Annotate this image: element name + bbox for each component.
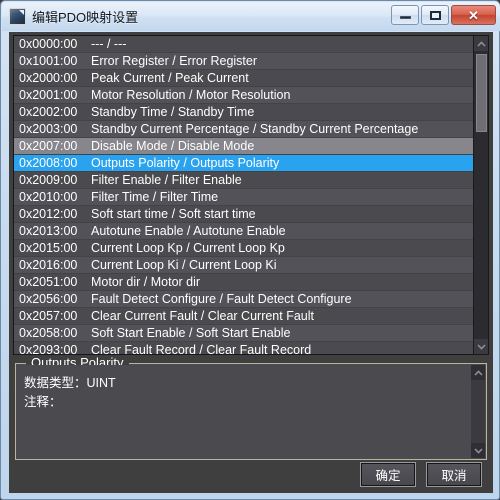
details-groupbox-inner: 数据类型：UINT 注释： [17,365,485,458]
table-row[interactable]: 0x2058:00 Soft Start Enable / Soft Start … [14,325,473,342]
window-title: 编辑PDO映射设置 [32,10,139,25]
details-groupbox: Outputs Polarity 数据类型：UINT 注释： [15,355,487,460]
row-index: 0x2012:00 [19,206,78,221]
row-label: Current Loop Kp / Current Loop Kp [91,240,285,255]
dialog-client-area: 0x0000:00 --- / --- 0x1001:00 Error Registe… [9,32,493,493]
table-row[interactable]: 0x2013:00 Autotune Enable / Autotune Enab… [14,223,473,240]
table-row[interactable]: 0x1001:00 Error Register / Error Register [14,53,473,70]
scroll-thumb[interactable] [476,54,487,132]
row-index: 0x2008:00 [19,155,78,170]
table-row[interactable]: 0x2000:00 Peak Current / Peak Current [14,70,473,87]
row-label: Clear Current Fault / Clear Current Faul… [91,308,314,323]
row-index: 0x2001:00 [19,87,78,102]
row-label: Current Loop Ki / Current Loop Ki [91,257,277,272]
row-label: Disable Mode / Disable Mode [91,138,255,153]
dialog-footer: 确定 取消 [9,462,493,489]
row-index: 0x2010:00 [19,189,78,204]
maximize-icon [429,10,441,20]
row-label: Standby Current Percentage / Standby Cur… [91,121,419,136]
row-label: Clear Fault Record / Clear Fault Record [91,342,312,355]
row-label: Autotune Enable / Autotune Enable [91,223,286,238]
row-label: Error Register / Error Register [91,53,258,68]
table-row[interactable]: 0x2016:00 Current Loop Ki / Current Loop … [14,257,473,274]
row-index: 0x2016:00 [19,257,78,272]
table-row[interactable]: 0x2051:00 Motor dir / Motor dir [14,274,473,291]
row-label: Motor Resolution / Motor Resolution [91,87,291,102]
object-list-body[interactable]: 0x0000:00 --- / --- 0x1001:00 Error Registe… [14,36,473,354]
table-row[interactable]: 0x2015:00 Current Loop Kp / Current Loop … [14,240,473,257]
row-label: Soft start time / Soft start time [91,206,256,221]
row-label: Motor dir / Motor dir [91,274,201,289]
table-row[interactable]: 0x2057:00 Clear Current Fault / Clear Cur… [14,308,473,325]
maximize-button[interactable] [421,5,449,25]
chevron-down-icon [473,447,483,454]
table-row[interactable]: 0x2093:00 Clear Fault Record / Clear Faul… [14,342,473,354]
table-row[interactable]: 0x2056:00 Fault Detect Configure / Fault … [14,291,473,308]
chevron-up-icon [477,40,486,47]
table-row[interactable]: 0x2007:00 Disable Mode / Disable Mode [14,138,473,155]
table-row[interactable]: 0x2010:00 Filter Time / Filter Time [14,189,473,206]
minimize-button[interactable] [391,5,419,25]
row-label: Outputs Polarity / Outputs Polarity [91,155,280,170]
chevron-up-icon [473,369,483,376]
details-scroll-up-button[interactable] [471,365,485,380]
row-label: Peak Current / Peak Current [91,70,249,85]
row-label: Fault Detect Configure / Fault Detect Co… [91,291,352,306]
row-index: 0x2000:00 [19,70,78,85]
details-comment: 注释： [24,395,62,409]
dialog-window: 编辑PDO映射设置 ✕ 0x0000:00 --- / --- 0x1001:00 E… [0,0,500,500]
row-index: 0x2056:00 [19,291,78,306]
title-bar[interactable]: 编辑PDO映射设置 ✕ [2,2,500,31]
close-icon: ✕ [468,7,479,23]
ok-button[interactable]: 确定 [360,462,416,487]
row-label: Filter Enable / Filter Enable [91,172,242,187]
row-label: Soft Start Enable / Soft Start Enable [91,325,291,340]
details-text: 数据类型：UINT 注释： [17,365,471,458]
close-button[interactable]: ✕ [451,5,496,25]
row-index: 0x0000:00 [19,36,78,51]
window-controls: ✕ [391,5,496,25]
row-index: 0x2058:00 [19,325,78,340]
row-index: 0x2007:00 [19,138,78,153]
row-index: 0x2009:00 [19,172,78,187]
table-row[interactable]: 0x2003:00 Standby Current Percentage / St… [14,121,473,138]
cancel-button[interactable]: 取消 [426,462,482,487]
row-label: Standby Time / Standby Time [91,104,255,119]
row-index: 0x1001:00 [19,53,78,68]
details-data-type: 数据类型：UINT [24,376,116,390]
table-row[interactable]: 0x2002:00 Standby Time / Standby Time [14,104,473,121]
minimize-icon [399,16,411,19]
row-label: --- / --- [91,36,127,51]
row-label: Filter Time / Filter Time [91,189,219,204]
chevron-down-icon [477,343,486,350]
row-index: 0x2002:00 [19,104,78,119]
scroll-down-button[interactable] [474,339,488,354]
details-scroll-down-button[interactable] [471,443,485,458]
object-list[interactable]: 0x0000:00 --- / --- 0x1001:00 Error Registe… [13,35,489,355]
pdo-mapping-icon [9,8,26,25]
row-index: 0x2057:00 [19,308,78,323]
table-row[interactable]: 0x2009:00 Filter Enable / Filter Enable [14,172,473,189]
object-list-scrollbar[interactable] [473,36,488,354]
row-index: 0x2015:00 [19,240,78,255]
details-scrollbar[interactable] [471,365,485,458]
row-index: 0x2013:00 [19,223,78,238]
table-row[interactable]: 0x2012:00 Soft start time / Soft start ti… [14,206,473,223]
row-index: 0x2051:00 [19,274,78,289]
row-index: 0x2093:00 [19,342,78,355]
table-row[interactable]: 0x2001:00 Motor Resolution / Motor Resolu… [14,87,473,104]
table-row[interactable]: 0x2008:00 Outputs Polarity / Outputs Pola… [14,155,473,172]
row-index: 0x2003:00 [19,121,78,136]
scroll-up-button[interactable] [474,36,488,51]
table-row[interactable]: 0x0000:00 --- / --- [14,36,473,53]
